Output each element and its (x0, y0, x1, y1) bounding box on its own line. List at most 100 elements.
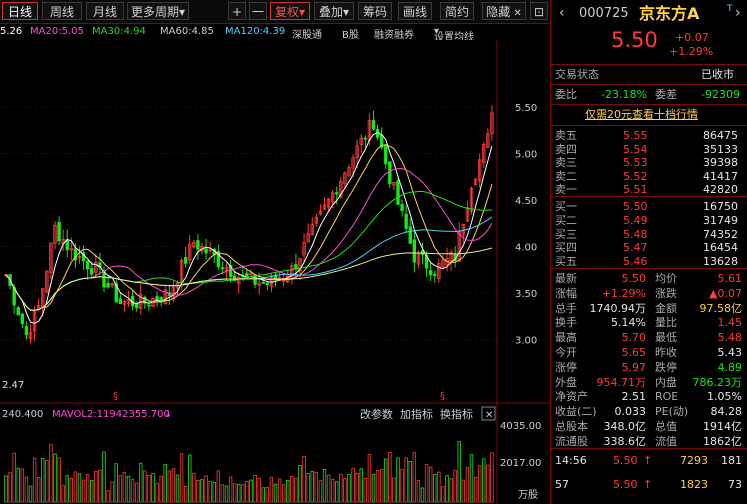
stat-row: 净资产 2.51 ROE 1.05% (551, 389, 747, 404)
volume-axis-mid: 2017.00 (500, 458, 541, 469)
stat-label: 内盘 (655, 375, 677, 389)
stat-value: 0.033 (614, 405, 647, 419)
stat-label: 外盘 (555, 375, 577, 389)
prev-stock-icon[interactable]: ‹ (559, 6, 565, 21)
zoom-out-button[interactable]: 一 (249, 2, 267, 20)
add-indicator-button[interactable]: 加指标 (400, 407, 433, 421)
stat-label: ROE (655, 390, 679, 404)
monthly-tab[interactable]: 月线 (86, 2, 124, 20)
stat-label: 昨收 (655, 346, 677, 359)
stat-label: 均价 (655, 272, 677, 285)
more-periods-label: 更多周期 (130, 5, 179, 19)
tick-price: 5.50 (613, 454, 638, 467)
stat-value: 5.48 (717, 331, 743, 345)
stat-value: 1.45 (717, 316, 743, 330)
stat-label: 跌停 (655, 360, 677, 374)
stat-value: 1914亿 (703, 420, 742, 433)
zoom-in-button[interactable]: + (228, 2, 246, 20)
bid-label: 买五 (555, 255, 577, 269)
stat-label: PE(动) (655, 405, 689, 419)
trade-status-label: 交易状态 (555, 68, 599, 81)
stat-value: ▲0.07 (709, 286, 742, 300)
chips-button[interactable]: 筹码 (358, 2, 392, 20)
stat-label: 总手 (555, 301, 577, 315)
daily-tab[interactable]: 日线 (2, 2, 38, 20)
candle-body (220, 267, 225, 270)
stat-value: 5.50 (621, 272, 647, 285)
ma120-value: MA120:4.39 (225, 26, 286, 37)
candle-body (388, 161, 392, 185)
stat-value: 84.28 (710, 405, 743, 419)
stat-value: 5.70 (621, 331, 647, 345)
tick-volume: 7293 (680, 454, 708, 467)
b-share-link[interactable]: B股 (342, 26, 359, 41)
stock-name: 京东方A (639, 4, 700, 23)
stat-label: 最新 (555, 272, 577, 285)
period-toolbar: 日线 周线 月线 更多周期▾ + 一 复权▾ 叠加▾ 筹码 画线 简约 隐藏 ✕… (0, 0, 549, 24)
overlay-label: 叠加 (318, 5, 343, 19)
stat-value: 5.61 (717, 272, 743, 285)
stat-label: 换手 (555, 316, 577, 330)
order-ratio-row: 委比 -23.18% 委差 -92309 (551, 87, 747, 102)
candle-body (147, 304, 151, 307)
stat-label: 最低 (655, 331, 677, 345)
close-icon: ✕ (510, 8, 522, 19)
more-periods-dropdown[interactable]: 更多周期▾ (127, 2, 189, 20)
sh-hk-connect-link[interactable]: 深股通 (292, 26, 322, 41)
bid-label: 买一 (555, 200, 577, 213)
bid-label: 买二 (555, 213, 577, 227)
price-axis-label: 4.00 (515, 243, 537, 254)
overlay-dropdown[interactable]: 叠加▾ (314, 2, 354, 20)
candle-body (106, 282, 110, 288)
stat-value: 5.43 (717, 346, 743, 359)
tick-time: 57 (555, 478, 569, 491)
stat-label: 收益(二) (555, 405, 597, 419)
chevron-down-icon: ▾ (342, 5, 350, 19)
switch-indicator-button[interactable]: 换指标 (440, 407, 473, 421)
bid-volume: 74352 (703, 227, 738, 241)
order-ratio-value: -23.18% (601, 88, 647, 101)
candle-body (408, 226, 412, 244)
candle-body (428, 270, 433, 276)
maximize-button[interactable]: ⊡ (530, 2, 548, 20)
candle-body (384, 145, 388, 165)
candle-body (294, 264, 298, 269)
candle-body (90, 268, 94, 275)
stat-label: 涨幅 (555, 286, 577, 300)
candle-body (57, 221, 61, 242)
promo-link[interactable]: 仅需20元查看十档行情 (551, 107, 747, 122)
hide-button[interactable]: 隐藏 ✕ (482, 2, 526, 20)
candle-body (412, 239, 417, 263)
next-stock-icon[interactable]: › (735, 6, 741, 21)
stat-value: 338.6亿 (603, 434, 647, 448)
change-param-button[interactable]: 改参数 (360, 407, 393, 421)
weekly-tab[interactable]: 周线 (42, 2, 82, 20)
ma-settings-link[interactable]: 设置均线 ▾ (434, 26, 474, 43)
adjust-dropdown[interactable]: 复权▾ (270, 2, 310, 20)
candle-body (24, 326, 29, 336)
kline-chart[interactable]: 5.50 5.00 4.50 4.00 3.50 3.00 2.47 § § 240.40… (0, 40, 549, 504)
stat-value: 5.65 (621, 346, 647, 359)
candle-body (433, 273, 437, 276)
stat-label: 净资产 (555, 390, 588, 404)
tick-row: 14:56 5.50 ↑ 7293 181 (551, 453, 747, 468)
draw-button[interactable]: 画线 (398, 2, 432, 20)
stat-label: 金额 (655, 301, 677, 315)
stat-row: 收益(二) 0.033 PE(动) 84.28 (551, 404, 747, 419)
bid-label: 买四 (555, 241, 577, 255)
t-plus-marker: T (727, 4, 733, 14)
bid-volume: 16454 (703, 241, 738, 255)
margin-link[interactable]: 融资融券 (374, 26, 414, 41)
bid-row: 买五 5.46 13628 (551, 254, 747, 269)
stat-row: 换手 5.14% 量比 1.45 (551, 315, 747, 330)
quote-panel: ‹ 000725 京东方A T › 5.50 +0.07 +1.29% 交易状态… (550, 0, 747, 504)
stat-value: 1862亿 (703, 434, 742, 448)
brief-button[interactable]: 简约 (440, 2, 474, 20)
tick-row: 57 5.50 ↑ 1823 73 (551, 477, 747, 492)
price-axis-label: 3.50 (515, 289, 537, 300)
stat-label: 今开 (555, 346, 577, 359)
bid-price: 5.46 (623, 255, 648, 269)
volume-a-value: 240.400 (2, 409, 43, 420)
chart-background (0, 40, 549, 504)
stat-row: 总手 1740.94万 金额 97.58亿 (551, 301, 747, 316)
